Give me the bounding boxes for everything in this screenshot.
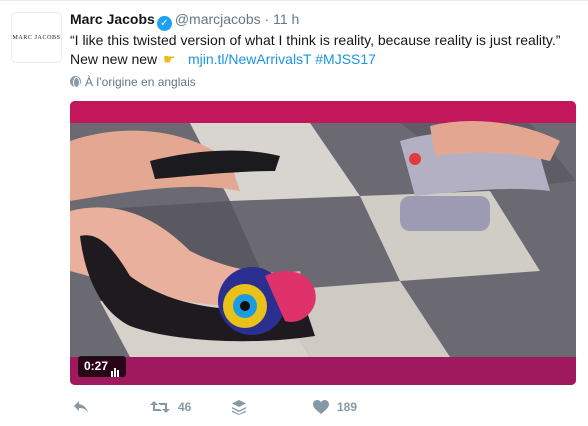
tweet-card[interactable]: MARC JACOBS Marc Jacobs ✓ @marcjacobs · 11… [0,0,588,426]
tweet-link[interactable]: mjin.tl/NewArrivalsT [188,51,311,67]
pointing-hand-emoji: ☛ [163,51,176,67]
author-name[interactable]: Marc Jacobs [70,11,155,27]
tweet-text-line1: “I like this twisted version of what I t… [70,32,561,48]
avatar-logo-text: MARC JACOBS [12,34,61,41]
video-frame-image [70,101,576,385]
header-separator: · [264,11,270,27]
author-handle[interactable]: @marcjacobs [175,11,261,27]
retweet-icon [150,401,170,413]
translation-label: À l’origine en anglais [85,75,196,89]
reply-button[interactable] [73,397,89,417]
translation-note[interactable]: À l’origine en anglais [70,74,196,90]
like-button[interactable]: 189 [313,397,357,417]
retweet-count: 46 [178,400,192,414]
author-avatar[interactable]: MARC JACOBS [11,12,62,63]
tweet-text-line2: New new new [70,51,158,67]
like-count: 189 [337,400,358,414]
tweet-actions: 46 189 [70,397,490,417]
video-duration: 0:27 [84,359,109,373]
verified-badge-icon: ✓ [156,16,172,31]
tweet-hashtag[interactable]: #MJSS17 [315,51,376,67]
globe-icon [70,76,81,88]
reply-icon [74,401,88,413]
video-duration-badge: 0:27 [78,356,127,377]
audio-bars-icon [111,357,120,377]
tweet-text: “I like this twisted version of what I t… [70,31,580,69]
video-player[interactable]: 0:27 [70,101,576,385]
heart-icon [313,400,329,414]
moments-button[interactable] [231,397,247,417]
retweet-button[interactable]: 46 [150,397,191,417]
tweet-header: Marc Jacobs ✓ @marcjacobs · 11 h [70,10,299,31]
moments-stack-icon [232,400,246,415]
tweet-timestamp[interactable]: 11 h [273,11,299,27]
